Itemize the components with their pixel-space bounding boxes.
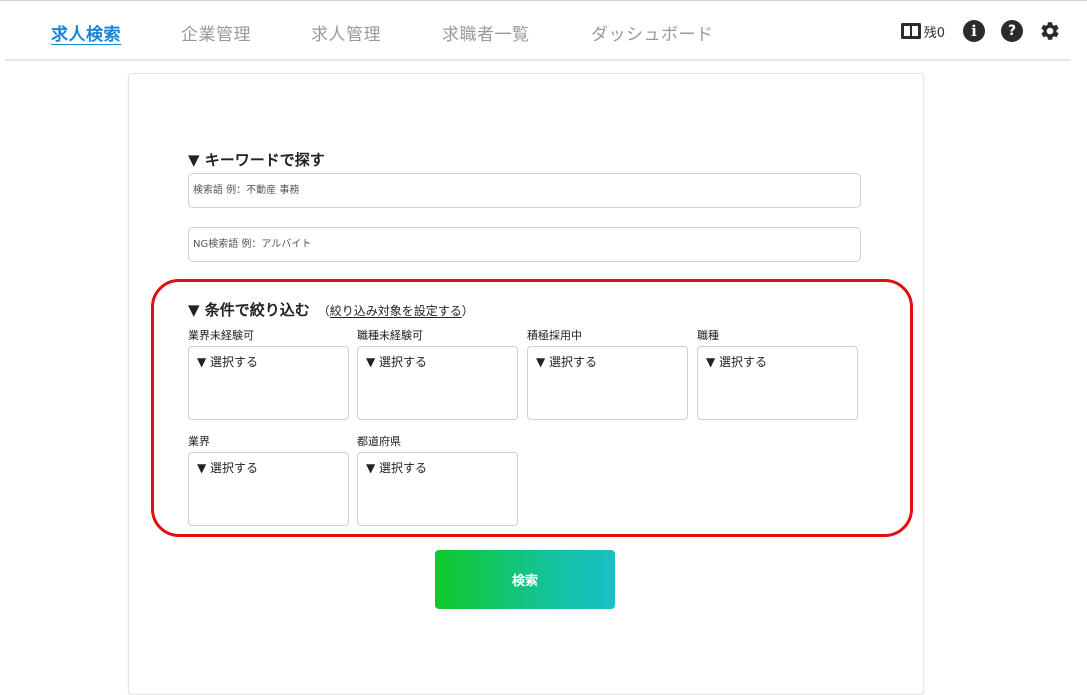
top-nav-bar: 求人検索 企業管理 求人管理 求職者一覧 ダッシュボード 残0 i ? [5, 1, 1071, 61]
info-icon[interactable]: i [963, 20, 985, 42]
nav-right-tools: 残0 i ? [900, 19, 1061, 43]
help-icon[interactable]: ? [1001, 20, 1023, 42]
keyword-input[interactable] [188, 173, 861, 208]
book-icon [900, 23, 921, 39]
nav-company-management[interactable]: 企業管理 [181, 20, 251, 45]
keyword-section-title: ▼ キーワードで探す [188, 151, 325, 169]
search-button[interactable]: 検索 [435, 550, 615, 609]
ng-keyword-input[interactable] [188, 227, 861, 262]
nav-dashboard[interactable]: ダッシュボード [591, 20, 714, 45]
remaining-counter[interactable]: 残0 [900, 22, 945, 40]
nav-job-management[interactable]: 求人管理 [311, 20, 381, 45]
gear-icon[interactable] [1039, 20, 1061, 42]
nav-job-search[interactable]: 求人検索 [51, 20, 121, 45]
highlight-annotation [151, 279, 913, 537]
remaining-count-label: 残0 [923, 26, 945, 41]
nav-jobseeker-list[interactable]: 求職者一覧 [442, 20, 530, 45]
